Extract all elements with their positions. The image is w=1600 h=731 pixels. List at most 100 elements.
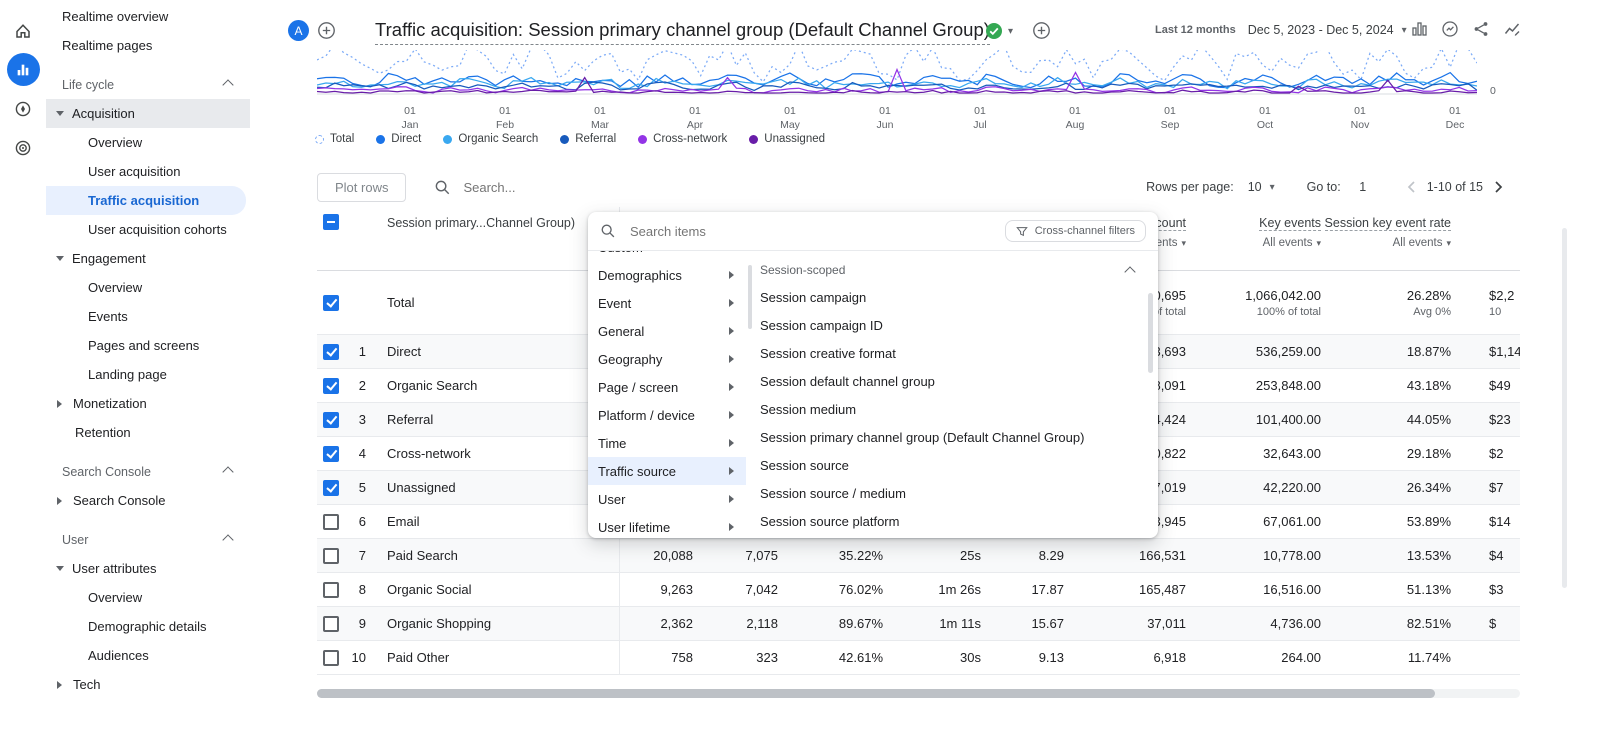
sidebar-item[interactable]: Pages and screens <box>46 331 250 360</box>
sidebar-item[interactable]: Demographic details <box>46 612 250 641</box>
cross-channel-filters-chip[interactable]: Cross-channel filters <box>1005 220 1146 242</box>
rows-per-page-select[interactable]: 10 ▾ <box>1248 180 1275 194</box>
chevron-right-icon <box>729 299 734 307</box>
horizontal-scrollbar-thumb[interactable] <box>317 689 1435 698</box>
sidebar-item[interactable]: User <box>46 525 250 554</box>
row-checkbox[interactable] <box>323 344 339 360</box>
customize-report-icon[interactable] <box>1503 20 1521 38</box>
reports-icon[interactable] <box>7 53 40 86</box>
series-color-dot <box>749 135 758 144</box>
dimension-option[interactable]: Session default channel group <box>756 367 1138 395</box>
date-range-picker[interactable]: Last 12 months Dec 5, 2023 - Dec 5, 2024… <box>1155 23 1407 37</box>
select-all-checkbox[interactable] <box>323 214 339 230</box>
legend-item[interactable]: Unassigned <box>749 133 825 145</box>
metric-column-header[interactable]: Key events All events▾ <box>1188 207 1323 249</box>
sidebar-item[interactable]: Overview <box>46 583 250 612</box>
dimension-category[interactable]: Custom <box>588 251 746 261</box>
row-checkbox[interactable] <box>323 378 339 394</box>
row-checkbox[interactable] <box>323 650 339 666</box>
legend-item[interactable]: Organic Search <box>443 133 538 145</box>
x-axis-tick-label: 01Jun <box>865 104 905 132</box>
dimension-category[interactable]: Traffic source <box>588 457 746 485</box>
popup-search-input[interactable] <box>628 223 1005 240</box>
sidebar-item[interactable]: Acquisition <box>46 99 250 128</box>
plot-rows-button[interactable]: Plot rows <box>317 173 406 202</box>
dimension-category[interactable]: Demographics <box>588 261 746 289</box>
insights-icon[interactable] <box>1441 20 1459 38</box>
dimension-category[interactable]: General <box>588 317 746 345</box>
chevron-right-icon <box>729 467 734 475</box>
dimension-option[interactable]: Session medium <box>756 395 1138 423</box>
sidebar-item[interactable]: Search Console <box>46 486 250 515</box>
dimension-category[interactable]: Page / screen <box>588 373 746 401</box>
vertical-scrollbar[interactable] <box>1562 228 1567 588</box>
row-checkbox[interactable] <box>323 548 339 564</box>
sidebar-item[interactable]: Traffic acquisition <box>46 186 246 215</box>
metric-event-filter[interactable]: All events▾ <box>1188 237 1321 249</box>
sidebar-item[interactable]: Search Console <box>46 457 250 486</box>
share-icon[interactable] <box>1472 20 1490 38</box>
row-checkbox[interactable] <box>323 616 339 632</box>
row-checkbox[interactable] <box>323 412 339 428</box>
sidebar-item[interactable]: Audiences <box>46 641 250 670</box>
explore-icon[interactable] <box>7 92 40 125</box>
dimension-option[interactable]: Session campaign ID <box>756 311 1138 339</box>
sidebar-item[interactable]: User attributes <box>46 554 250 583</box>
sidebar-item[interactable]: Landing page <box>46 360 250 389</box>
row-checkbox[interactable] <box>323 480 339 496</box>
dimension-category[interactable]: Platform / device <box>588 401 746 429</box>
previous-page-icon[interactable] <box>1403 178 1421 196</box>
session-scoped-section-header[interactable]: Session-scoped <box>756 257 1138 283</box>
legend-item[interactable]: Referral <box>560 133 616 145</box>
page-title[interactable]: Traffic acquisition: Session primary cha… <box>375 19 990 45</box>
sidebar-item[interactable]: Overview <box>46 273 250 302</box>
sidebar-item[interactable]: User acquisition cohorts <box>46 215 250 244</box>
dimension-option[interactable]: Session creative format <box>756 339 1138 367</box>
popup-items-scrollbar[interactable] <box>1148 293 1153 373</box>
sidebar-item[interactable]: Tech <box>46 670 250 699</box>
add-comparison-icon[interactable] <box>317 21 336 40</box>
row-checkbox[interactable] <box>323 446 339 462</box>
dimension-category[interactable]: User <box>588 485 746 513</box>
dimension-option[interactable]: Session primary channel group (Default C… <box>756 423 1138 451</box>
sidebar-item[interactable]: Monetization <box>46 389 250 418</box>
dimension-option[interactable]: Session source <box>756 451 1138 479</box>
legend-item[interactable]: Total <box>315 133 354 145</box>
legend-item[interactable]: Direct <box>376 133 421 145</box>
goto-page-input[interactable] <box>1349 179 1377 195</box>
dimension-category[interactable]: Event <box>588 289 746 317</box>
dropdown-caret-icon[interactable]: ▾ <box>1008 26 1013 37</box>
sidebar-item[interactable]: Events <box>46 302 250 331</box>
sidebar-item[interactable]: Overview <box>46 128 250 157</box>
row-checkbox[interactable] <box>323 295 339 311</box>
sidebar-item[interactable]: Realtime pages <box>46 31 250 60</box>
row-checkbox[interactable] <box>323 514 339 530</box>
row-checkbox[interactable] <box>323 582 339 598</box>
dimension-option[interactable]: Session source platform <box>756 507 1138 535</box>
dimension-category[interactable]: Geography <box>588 345 746 373</box>
dimension-column-header[interactable]: Session primary...Channel Group) ▾ <box>375 207 620 270</box>
sidebar-item-label: Audiences <box>88 648 149 663</box>
sidebar-item[interactable]: Retention <box>46 418 250 447</box>
sidebar-item[interactable]: Engagement <box>46 244 250 273</box>
next-page-icon[interactable] <box>1489 178 1507 196</box>
add-report-icon[interactable] <box>1032 21 1051 40</box>
sidebar-item[interactable]: Life cycle <box>46 70 250 99</box>
dimension-category[interactable]: User lifetime <box>588 513 746 538</box>
metric-column-header[interactable]: ▾ <box>1453 207 1520 219</box>
horizontal-scrollbar[interactable] <box>317 689 1520 698</box>
table-search-input[interactable] <box>461 179 655 196</box>
comparison-icon[interactable] <box>1410 20 1428 38</box>
saved-check-icon[interactable] <box>985 22 1003 40</box>
metric-column-header[interactable]: Session key event rate All events▾ <box>1323 207 1453 249</box>
advertising-icon[interactable] <box>7 131 40 164</box>
metric-event-filter[interactable]: All events▾ <box>1323 237 1451 249</box>
legend-item[interactable]: Cross-network <box>638 133 727 145</box>
home-icon[interactable] <box>7 14 40 47</box>
dimension-category[interactable]: Time <box>588 429 746 457</box>
sidebar-item[interactable]: Realtime overview <box>46 2 250 31</box>
dimension-option[interactable]: Session campaign <box>756 283 1138 311</box>
avatar[interactable]: A <box>288 20 309 41</box>
sidebar-item[interactable]: User acquisition <box>46 157 250 186</box>
dimension-option[interactable]: Session source / medium <box>756 479 1138 507</box>
